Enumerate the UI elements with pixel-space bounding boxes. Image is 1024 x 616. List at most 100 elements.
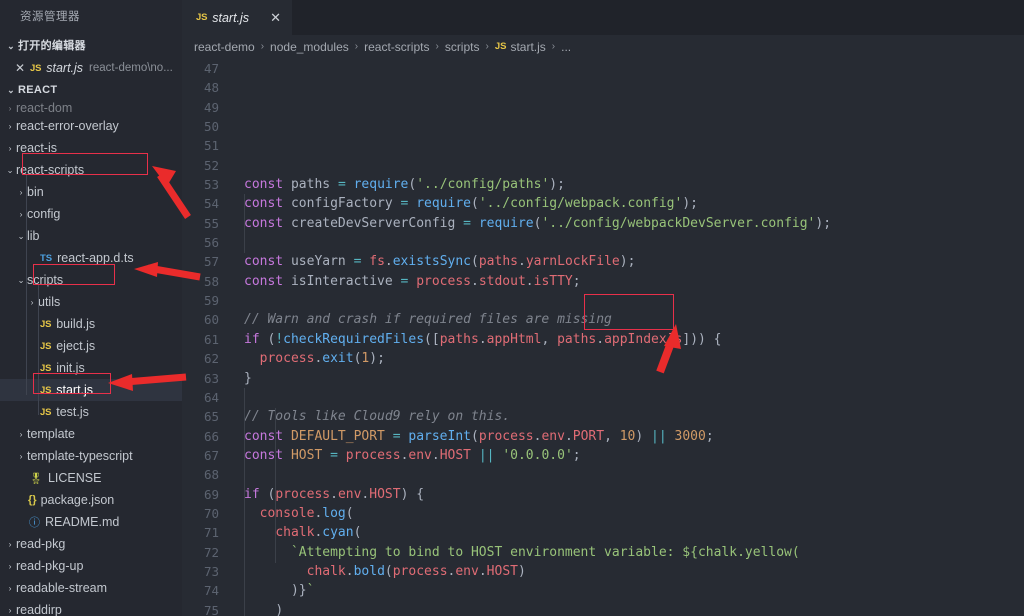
line-number: 47: [203, 61, 219, 76]
line-number: 65: [203, 409, 219, 425]
tree-item-template-typescript[interactable]: › template-typescript: [0, 445, 182, 467]
tree-item-react-is[interactable]: › react-is: [0, 137, 182, 159]
chevron-right-icon: ›: [8, 142, 12, 153]
tree-item-label: readable-stream: [16, 581, 108, 595]
explorer-title: 资源管理器: [0, 0, 182, 35]
line-number: 74: [203, 583, 219, 599]
tree-item-package-json[interactable]: {} package.json: [0, 489, 182, 511]
breadcrumb-file[interactable]: start.js: [510, 40, 545, 54]
chevron-right-icon: ›: [260, 41, 265, 52]
tab-start-js[interactable]: JS start.js ✕: [182, 0, 292, 35]
js-file-icon: JS: [40, 318, 52, 330]
chevron-right-icon: ›: [354, 41, 359, 52]
code-line: ): [275, 602, 284, 616]
code-line: const paths = require('../config/paths')…: [244, 177, 565, 193]
close-icon[interactable]: ✕: [12, 61, 28, 75]
tree-item-read-pkg[interactable]: › read-pkg: [0, 533, 182, 555]
tree-item-label: build.js: [56, 317, 96, 331]
tree-item-bin[interactable]: › bin: [0, 181, 182, 203]
tree-item-readable-stream[interactable]: › readable-stream: [0, 577, 182, 599]
chevron-right-icon: ›: [30, 296, 34, 307]
tree-item-label: utils: [38, 295, 61, 309]
js-file-icon: JS: [40, 384, 52, 396]
breadcrumb-overflow[interactable]: ...: [561, 40, 571, 54]
tree-item-utils[interactable]: › utils: [0, 291, 182, 313]
breadcrumb: react-demo › node_modules › react-script…: [182, 35, 1024, 58]
tree-item-label: scripts: [27, 273, 64, 287]
tree-item-react-error-overlay[interactable]: › react-error-overlay: [0, 115, 182, 137]
breadcrumb-item-2[interactable]: react-scripts: [364, 40, 429, 54]
tree-item-label: template: [27, 427, 75, 441]
indent-guide: [26, 175, 27, 395]
open-editor-item-startjs[interactable]: ✕ JS start.js react-demo\no...: [0, 57, 182, 79]
code-line: if (process.env.HOST) {: [244, 486, 425, 502]
tree-item-label: read-pkg-up: [16, 559, 84, 573]
tree-item-read-pkg-up[interactable]: › read-pkg-up: [0, 555, 182, 577]
indent-guide: [244, 388, 245, 616]
code-line: const DEFAULT_PORT = parseInt(process.en…: [244, 428, 714, 444]
explorer-sidebar: 资源管理器 ⌄ 打开的编辑器 ✕ JS start.js react-demo\…: [0, 0, 182, 616]
code-line: )}`: [290, 583, 315, 599]
tree-item-react-dom[interactable]: › react-dom: [0, 101, 182, 115]
tree-item-readme-md[interactable]: ⓘ README.md: [0, 511, 182, 533]
line-number-gutter: 47 48 49 50 51 52 53 54 55 56 57 58 59 60 61 62 63 64 65 66…: [182, 59, 228, 616]
chevron-right-icon: ›: [19, 450, 23, 461]
chevron-right-icon: ›: [8, 120, 12, 131]
chevron-right-icon: ›: [8, 102, 12, 113]
tree-item-init-js[interactable]: JS init.js: [0, 357, 182, 379]
tree-item-license[interactable]: 🎖 LICENSE: [0, 467, 182, 489]
line-number: 51: [203, 138, 219, 154]
project-section-header[interactable]: ⌄ REACT: [0, 79, 182, 101]
tree-item-config[interactable]: › config: [0, 203, 182, 225]
breadcrumb-item-1[interactable]: node_modules: [270, 40, 349, 54]
tree-item-readdirp[interactable]: › readdirp: [0, 599, 182, 616]
js-file-icon: JS: [196, 12, 208, 23]
tree-item-react-app-d-ts[interactable]: TS react-app.d.ts: [0, 247, 182, 269]
line-number: 75: [203, 602, 219, 616]
code-line: // Tools like Cloud9 rely on this.: [244, 409, 511, 425]
tree-item-lib[interactable]: ⌄ lib: [0, 225, 182, 247]
tree-item-label: start.js: [56, 383, 94, 397]
indent-guide: [244, 194, 245, 253]
close-icon[interactable]: ✕: [264, 10, 281, 26]
line-number: 61: [203, 331, 219, 347]
open-editors-label: 打开的编辑器: [18, 40, 86, 52]
tree-item-build-js[interactable]: JS build.js: [0, 313, 182, 335]
code-line: const configFactory = require('../config…: [244, 196, 698, 212]
line-number: 59: [203, 293, 219, 309]
tree-item-scripts[interactable]: ⌄ scripts: [0, 269, 182, 291]
tree-item-react-scripts[interactable]: ⌄ react-scripts: [0, 159, 182, 181]
tree-item-template[interactable]: › template: [0, 423, 182, 445]
tree-item-test-js[interactable]: JS test.js: [0, 401, 182, 423]
line-number: 56: [203, 235, 219, 251]
line-number: 55: [203, 215, 219, 231]
tree-item-label: react-dom: [16, 101, 73, 115]
code-editor[interactable]: 47 48 49 50 51 52 53 54 55 56 57 58 59 60 61 62 63 64 65 66…: [182, 58, 1024, 616]
js-file-icon: JS: [494, 41, 507, 52]
breadcrumb-item-3[interactable]: scripts: [445, 40, 480, 54]
tree-item-label: react-is: [16, 141, 57, 155]
tree-item-eject-js[interactable]: JS eject.js: [0, 335, 182, 357]
vscode-window: 资源管理器 ⌄ 打开的编辑器 ✕ JS start.js react-demo\…: [0, 0, 1024, 616]
editor-area: JS start.js ✕ react-demo › node_modules …: [182, 0, 1024, 616]
line-number: 69: [203, 486, 219, 502]
open-editors-section-header[interactable]: ⌄ 打开的编辑器: [0, 35, 182, 57]
tree-item-label: lib: [27, 229, 40, 243]
line-number: 63: [203, 370, 219, 386]
js-file-icon: JS: [40, 340, 52, 352]
code-line: console.log(: [259, 505, 354, 521]
code-line: chalk.bold(process.env.HOST): [306, 563, 526, 579]
tree-item-start-js[interactable]: JS start.js: [0, 379, 182, 401]
code-line: `Attempting to bind to HOST environment …: [290, 544, 800, 560]
code-line: chalk.cyan(: [275, 525, 362, 541]
chevron-right-icon: ›: [551, 41, 556, 52]
indent-guide: [38, 285, 39, 415]
tab-label: start.js: [212, 10, 250, 25]
js-file-icon: JS: [30, 62, 42, 74]
code-line: const isInteractive = process.stdout.isT…: [244, 273, 581, 289]
code-content[interactable]: const paths = require('../config/paths')…: [228, 59, 1024, 616]
breadcrumb-item-0[interactable]: react-demo: [194, 40, 255, 54]
